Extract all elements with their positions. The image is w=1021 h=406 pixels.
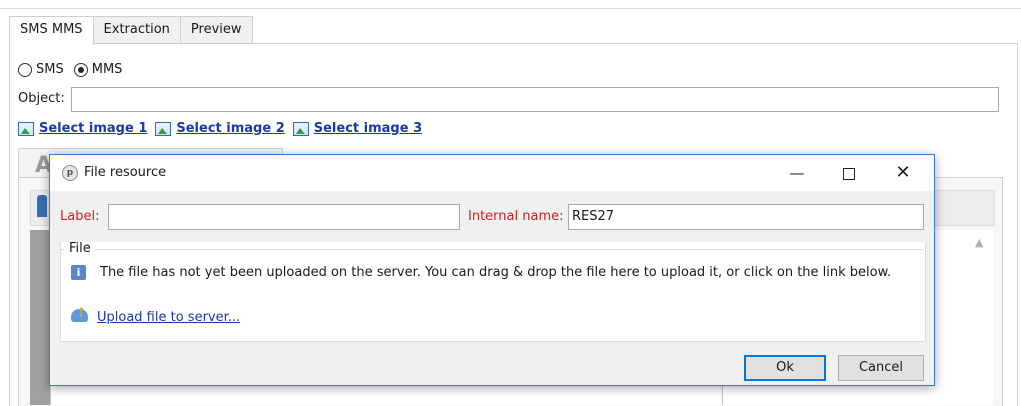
tab-preview[interactable]: Preview: [179, 16, 253, 43]
file-resource-dialog: p File resource — ✕ Label: Internal name…: [49, 154, 935, 386]
select-image-3-link[interactable]: Select image 3: [292, 121, 423, 136]
ok-button[interactable]: Ok: [744, 355, 826, 381]
label-field-label: Label:: [60, 209, 100, 224]
tab-sms-mms[interactable]: SMS MMS: [9, 16, 94, 45]
image-links: Select image 1 Select image 2 Select ima…: [18, 121, 422, 136]
object-input[interactable]: [71, 87, 999, 112]
info-icon: i: [71, 265, 86, 280]
file-group-legend: File: [69, 241, 91, 256]
editor-gutter: [30, 230, 50, 405]
radio-mms[interactable]: [73, 62, 88, 77]
internal-name-label: Internal name:: [468, 209, 564, 224]
cancel-button[interactable]: Cancel: [838, 355, 924, 381]
select-image-1-link[interactable]: Select image 1: [18, 121, 147, 136]
select-image-2-label: Select image 2: [176, 121, 285, 136]
select-image-2-link[interactable]: Select image 2: [155, 121, 285, 136]
toolbar-icon[interactable]: [37, 195, 47, 217]
image-icon: [292, 121, 309, 136]
upload-arrow-icon: ↑: [76, 306, 87, 321]
upload-file-link[interactable]: Upload file to server...: [97, 310, 240, 325]
dialog-title: File resource: [84, 165, 167, 180]
object-label: Object:: [18, 91, 65, 106]
top-divider: [0, 0, 1021, 9]
select-image-3-label: Select image 3: [313, 121, 423, 136]
label-input[interactable]: [108, 204, 460, 230]
file-group[interactable]: [60, 242, 926, 342]
close-button[interactable]: ✕: [880, 155, 926, 191]
scroll-up-arrow-icon[interactable]: ▲: [975, 236, 983, 249]
tab-extraction[interactable]: Extraction: [92, 16, 181, 43]
tab-strip: SMS MMS Extraction Preview: [9, 16, 253, 45]
maximize-icon: [843, 167, 855, 180]
select-image-1-label: Select image 1: [39, 121, 148, 136]
upload-info-text: The file has not yet been uploaded on th…: [100, 265, 892, 280]
radio-sms[interactable]: [18, 62, 32, 77]
radio-sms-label[interactable]: SMS: [36, 62, 64, 77]
image-icon: [155, 121, 172, 136]
file-group-border: [96, 249, 924, 250]
minimize-button[interactable]: —: [774, 155, 820, 191]
image-icon: [18, 121, 34, 136]
radio-mms-label[interactable]: MMS: [92, 62, 123, 77]
maximize-button[interactable]: [826, 155, 872, 191]
internal-name-input[interactable]: RES27: [568, 204, 924, 230]
file-group-border: [60, 249, 64, 250]
app-icon: p: [62, 165, 78, 181]
message-type-radios: SMS MMS: [18, 62, 128, 77]
